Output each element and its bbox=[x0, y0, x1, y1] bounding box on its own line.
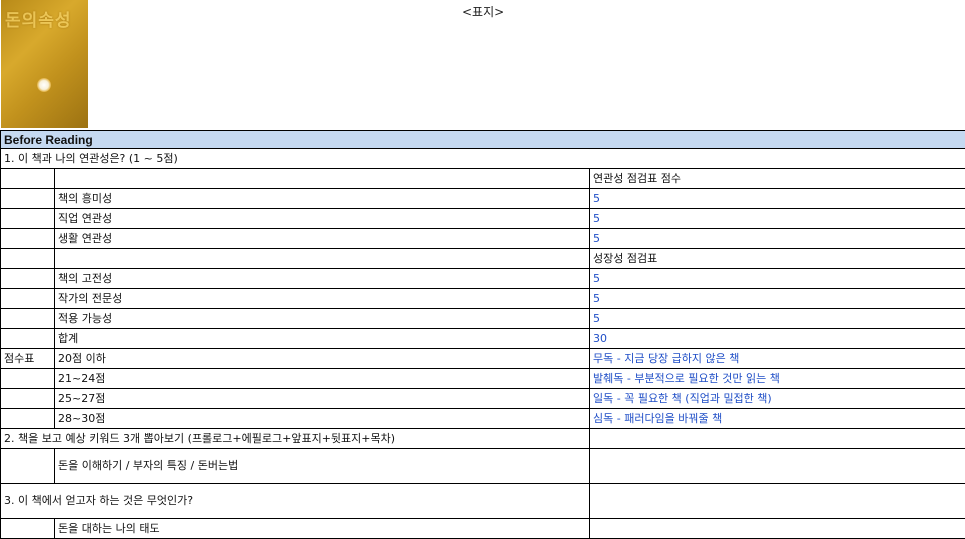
empty-cell bbox=[54, 248, 590, 269]
score-table-row: 25~27점 일독 - 꼭 필요한 책 (직업과 밀접한 책) bbox=[0, 388, 965, 409]
score-table-label: 점수표 bbox=[0, 348, 55, 369]
relevance-header-row: 연관성 점검표 점수 bbox=[0, 168, 965, 189]
growth-row: 적용 가능성 5 bbox=[0, 308, 965, 329]
relevance-header: 연관성 점검표 점수 bbox=[589, 168, 965, 189]
empty-cell bbox=[589, 428, 965, 449]
empty-cell bbox=[0, 268, 55, 289]
growth-header-row: 성장성 점검표 bbox=[0, 248, 965, 269]
relevance-row: 생활 연관성 5 bbox=[0, 228, 965, 249]
score-desc: 심독 - 패러다임을 바꿔줄 책 bbox=[589, 408, 965, 429]
empty-cell bbox=[0, 328, 55, 349]
q2-title-row: 2. 책을 보고 예상 키워드 3개 뽑아보기 (프롤로그+에필로그+앞표지+뒷… bbox=[0, 428, 965, 449]
empty-cell bbox=[0, 248, 55, 269]
q3-answer-row: 돈을 대하는 나의 태도 bbox=[0, 518, 965, 539]
empty-cell bbox=[0, 448, 55, 484]
empty-cell bbox=[0, 408, 55, 429]
relevance-row: 책의 흥미성 5 bbox=[0, 188, 965, 209]
book-cover-image: 돈의속성 bbox=[1, 0, 88, 128]
reading-sheet: Before Reading 1. 이 책과 나의 연관성은? (1 ~ 5점)… bbox=[0, 130, 965, 539]
growth-row: 작가의 전문성 5 bbox=[0, 288, 965, 309]
q3-answer: 돈을 대하는 나의 태도 bbox=[54, 518, 590, 539]
cover-image-title: 돈의속성 bbox=[5, 11, 72, 31]
relevance-label: 책의 흥미성 bbox=[54, 188, 590, 209]
score-table-row: 21~24점 발췌독 - 부분적으로 필요한 것만 읽는 책 bbox=[0, 368, 965, 389]
empty-cell bbox=[0, 308, 55, 329]
relevance-score: 5 bbox=[589, 228, 965, 249]
score-range: 28~30점 bbox=[54, 408, 590, 429]
score-desc: 무독 - 지금 당장 급하지 않은 책 bbox=[589, 348, 965, 369]
score-desc: 일독 - 꼭 필요한 책 (직업과 밀접한 책) bbox=[589, 388, 965, 409]
q1-title: 1. 이 책과 나의 연관성은? (1 ~ 5점) bbox=[0, 148, 965, 169]
relevance-label: 직업 연관성 bbox=[54, 208, 590, 229]
relevance-row: 직업 연관성 5 bbox=[0, 208, 965, 229]
q1-title-row: 1. 이 책과 나의 연관성은? (1 ~ 5점) bbox=[0, 148, 965, 169]
relevance-score: 5 bbox=[589, 188, 965, 209]
empty-cell bbox=[589, 483, 965, 519]
score-desc: 발췌독 - 부분적으로 필요한 것만 읽는 책 bbox=[589, 368, 965, 389]
empty-cell bbox=[54, 168, 590, 189]
total-label: 합계 bbox=[54, 328, 590, 349]
cover-emblem-icon bbox=[37, 78, 51, 92]
empty-cell bbox=[589, 448, 965, 484]
growth-score: 5 bbox=[589, 268, 965, 289]
growth-header: 성장성 점검표 bbox=[589, 248, 965, 269]
empty-cell bbox=[0, 168, 55, 189]
score-range: 21~24점 bbox=[54, 368, 590, 389]
q3-title-row: 3. 이 책에서 얻고자 하는 것은 무엇인가? bbox=[0, 483, 965, 519]
empty-cell bbox=[0, 388, 55, 409]
score-table-row: 28~30점 심독 - 패러다임을 바꿔줄 책 bbox=[0, 408, 965, 429]
growth-label: 책의 고전성 bbox=[54, 268, 590, 289]
growth-score: 5 bbox=[589, 288, 965, 309]
q2-answer: 돈을 이해하기 / 부자의 특징 / 돈버는법 bbox=[54, 448, 590, 484]
score-table-row: 점수표 20점 이하 무독 - 지금 당장 급하지 않은 책 bbox=[0, 348, 965, 369]
growth-row: 책의 고전성 5 bbox=[0, 268, 965, 289]
q2-title: 2. 책을 보고 예상 키워드 3개 뽑아보기 (프롤로그+에필로그+앞표지+뒷… bbox=[0, 428, 590, 449]
section-header: Before Reading bbox=[0, 130, 965, 149]
growth-label: 작가의 전문성 bbox=[54, 288, 590, 309]
empty-cell bbox=[0, 228, 55, 249]
cover-area: 돈의속성 <표지> bbox=[0, 0, 965, 130]
section-header-row: Before Reading bbox=[0, 130, 965, 149]
growth-label: 적용 가능성 bbox=[54, 308, 590, 329]
cover-label: <표지> bbox=[462, 5, 505, 19]
total-value: 30 bbox=[589, 328, 965, 349]
total-row: 합계 30 bbox=[0, 328, 965, 349]
empty-cell bbox=[0, 368, 55, 389]
empty-cell bbox=[0, 288, 55, 309]
relevance-score: 5 bbox=[589, 208, 965, 229]
growth-score: 5 bbox=[589, 308, 965, 329]
empty-cell bbox=[0, 188, 55, 209]
empty-cell bbox=[0, 208, 55, 229]
q3-title: 3. 이 책에서 얻고자 하는 것은 무엇인가? bbox=[0, 483, 590, 519]
relevance-label: 생활 연관성 bbox=[54, 228, 590, 249]
score-range: 20점 이하 bbox=[54, 348, 590, 369]
empty-cell bbox=[0, 518, 55, 539]
score-range: 25~27점 bbox=[54, 388, 590, 409]
empty-cell bbox=[589, 518, 965, 539]
q2-answer-row: 돈을 이해하기 / 부자의 특징 / 돈버는법 bbox=[0, 448, 965, 484]
